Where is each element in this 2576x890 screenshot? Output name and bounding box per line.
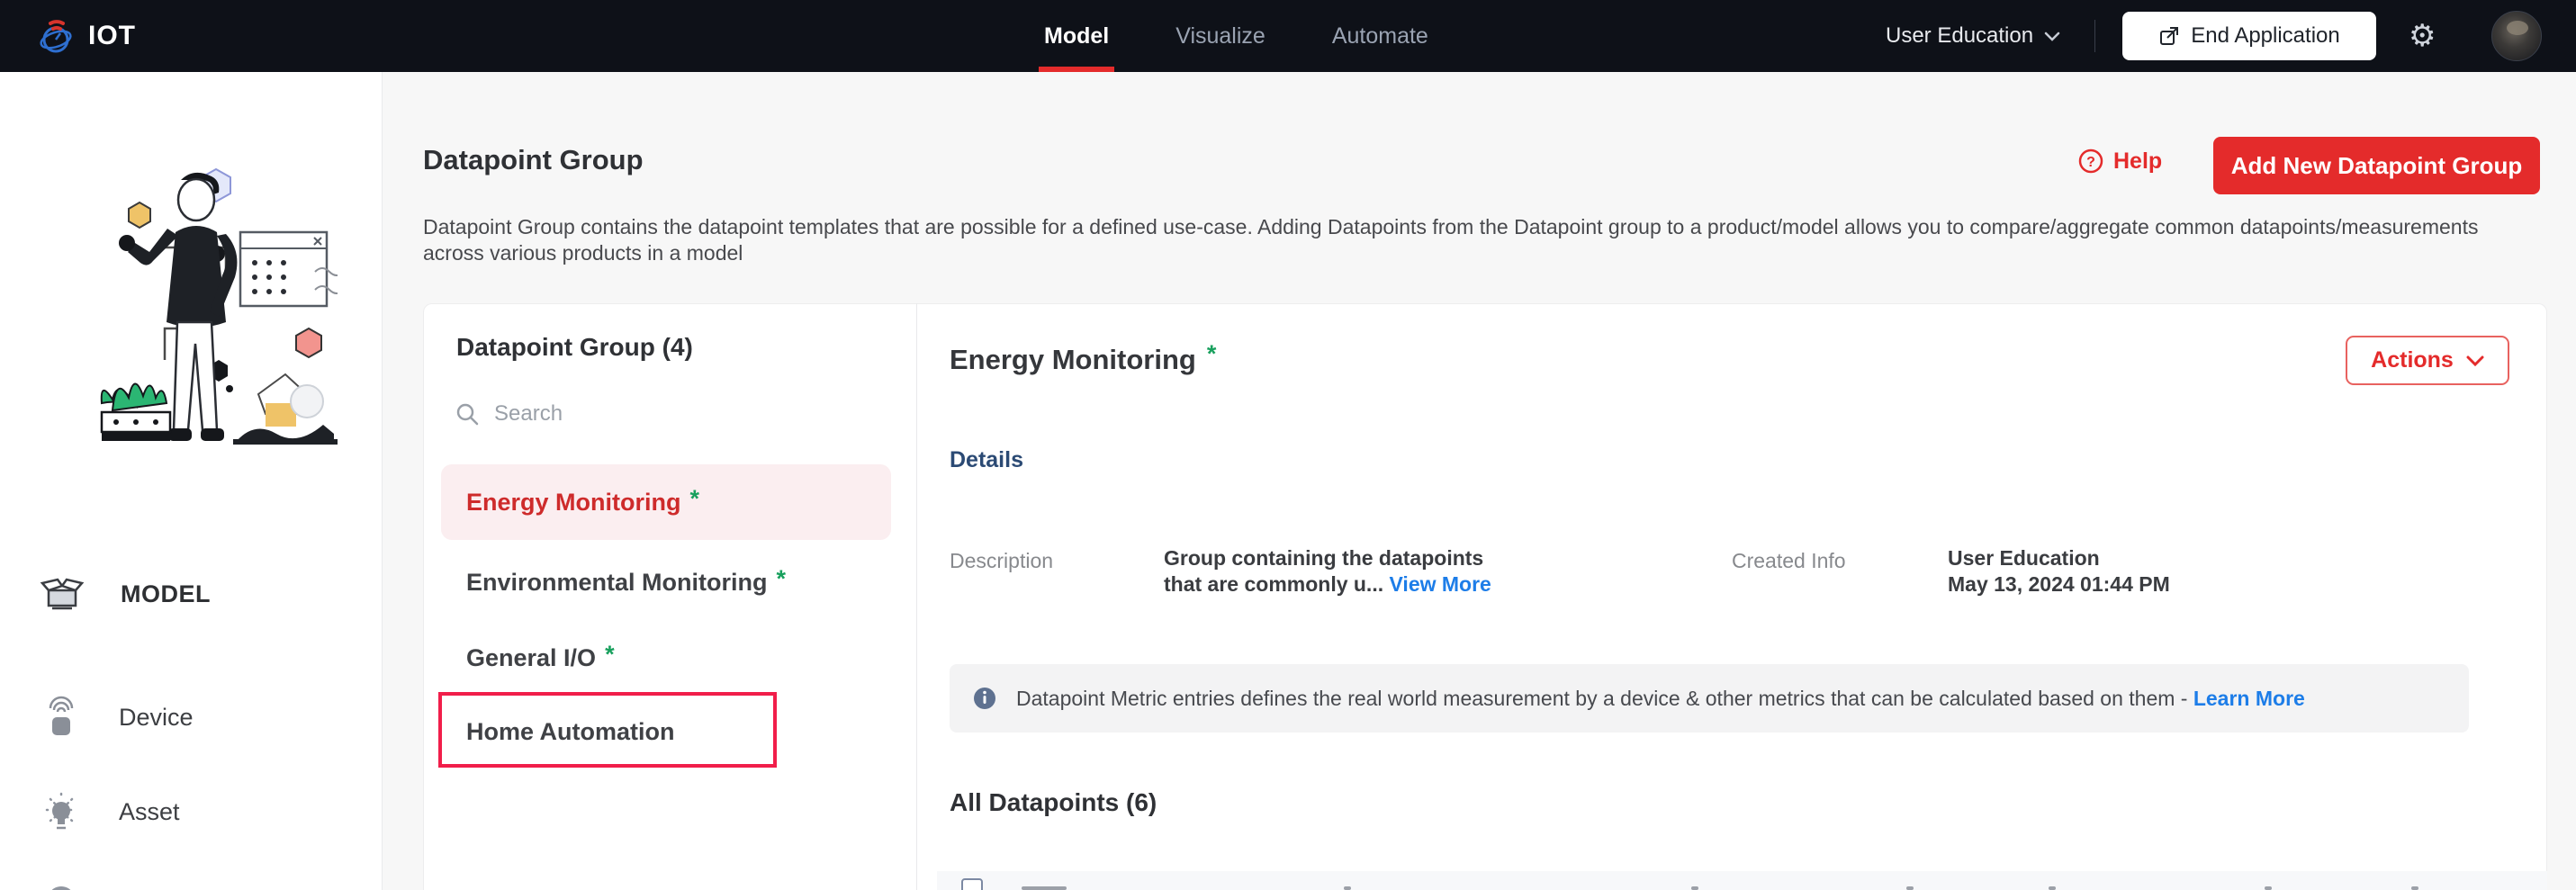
description-line2: that are commonly u...: [1164, 572, 1384, 596]
help-label: Help: [2113, 148, 2163, 174]
column-header-clipped: [1691, 886, 1698, 890]
end-application-button[interactable]: End Application: [2122, 12, 2376, 60]
details-section-heading: Details: [950, 447, 1023, 472]
gear-icon: ⚙: [2409, 19, 2436, 53]
group-item-label: Environmental Monitoring: [466, 568, 768, 596]
select-all-checkbox[interactable]: [961, 878, 983, 890]
actions-label: Actions: [2371, 347, 2454, 373]
svg-text:?: ?: [2086, 155, 2095, 170]
info-banner-text: Datapoint Metric entries defines the rea…: [1016, 687, 2305, 711]
app-logo[interactable]: IOT: [36, 0, 136, 72]
column-header-clipped: [1906, 886, 1914, 890]
required-asterisk: *: [689, 484, 700, 512]
tab-automate[interactable]: Automate: [1332, 0, 1428, 72]
required-asterisk: *: [776, 564, 787, 592]
sidebar-item-model-label: MODEL: [121, 580, 211, 607]
all-datapoints-title: All Datapoints (6): [950, 788, 1157, 816]
add-new-datapoint-group-button[interactable]: Add New Datapoint Group: [2213, 137, 2540, 194]
sidebar-item-asset[interactable]: Asset: [0, 783, 383, 841]
location-pin-icon: [40, 883, 83, 890]
iot-globe-logo-icon: [36, 16, 76, 56]
sidebar-item-location[interactable]: Location: [0, 876, 383, 890]
view-more-link[interactable]: View More: [1390, 572, 1491, 596]
detail-title-row: Energy Monitoring *: [950, 340, 1216, 376]
logo-text: IOT: [88, 21, 136, 50]
chevron-down-icon: [2466, 355, 2484, 366]
column-header-clipped: [2265, 886, 2272, 890]
help-link[interactable]: ? Help: [2077, 148, 2162, 175]
page-title: Datapoint Group: [423, 144, 644, 175]
column-header-clipped: [1344, 886, 1351, 890]
sidebar-item-model[interactable]: MODEL: [0, 565, 383, 623]
lightbulb-icon: [40, 790, 83, 833]
main-nav: Model Visualize Automate: [1038, 0, 1428, 72]
help-question-icon: ?: [2077, 148, 2104, 175]
info-banner: Datapoint Metric entries defines the rea…: [950, 664, 2469, 733]
group-item-label: Energy Monitoring: [466, 488, 681, 516]
topbar-divider: [2094, 20, 2095, 52]
group-item-environmental-monitoring[interactable]: Environmental Monitoring *: [441, 556, 891, 608]
group-item-energy-monitoring[interactable]: Energy Monitoring *: [441, 464, 891, 540]
group-item-label: Home Automation: [466, 717, 675, 745]
description-line1: Group containing the datapoints: [1164, 546, 1484, 570]
actions-button[interactable]: Actions: [2346, 336, 2509, 385]
end-application-label: End Application: [2191, 23, 2340, 48]
required-asterisk: *: [1206, 340, 1217, 367]
datapoints-table-header-partial: [937, 871, 2547, 890]
org-selector[interactable]: User Education: [1886, 0, 2060, 72]
group-list-title: Datapoint Group (4): [456, 333, 693, 361]
group-item-label: General I/O: [466, 643, 597, 671]
column-header-clipped: [2049, 886, 2056, 890]
created-info-value: User Education May 13, 2024 01:44 PM: [1948, 545, 2170, 598]
box-icon: [40, 576, 85, 612]
sidebar-item-asset-label: Asset: [119, 797, 180, 825]
description-label: Description: [950, 549, 1054, 572]
tab-model[interactable]: Model: [1038, 0, 1115, 72]
created-by: User Education: [1948, 546, 2100, 570]
info-banner-body: Datapoint Metric entries defines the rea…: [1016, 686, 2188, 710]
sidebar-item-device[interactable]: Device: [0, 688, 383, 746]
column-header-clipped: [1022, 886, 1067, 890]
created-info-label: Created Info: [1732, 549, 1846, 572]
detail-title: Energy Monitoring: [950, 344, 1196, 375]
search-icon: [455, 401, 480, 427]
description-value: Group containing the datapoints that are…: [1164, 545, 1560, 598]
add-new-datapoint-group-label: Add New Datapoint Group: [2230, 151, 2523, 179]
learn-more-link[interactable]: Learn More: [2193, 687, 2305, 710]
page-description: Datapoint Group contains the datapoint t…: [423, 215, 2479, 265]
org-selector-label: User Education: [1886, 23, 2034, 48]
info-icon: [973, 687, 996, 710]
sidebar-item-device-label: Device: [119, 703, 194, 731]
search-input[interactable]: [494, 401, 818, 427]
group-item-general-io[interactable]: General I/O *: [441, 632, 891, 684]
user-avatar[interactable]: [2491, 11, 2542, 61]
required-asterisk: *: [605, 640, 615, 668]
group-search[interactable]: [455, 396, 851, 432]
settings-button[interactable]: ⚙: [2409, 0, 2436, 72]
group-item-home-automation[interactable]: Home Automation: [441, 706, 891, 758]
created-at: May 13, 2024 01:44 PM: [1948, 572, 2170, 596]
external-link-icon: [2158, 25, 2180, 47]
device-icon: [40, 696, 83, 739]
chevron-down-icon: [2044, 31, 2060, 41]
column-header-clipped: [2411, 886, 2418, 890]
panel-divider: [916, 303, 917, 890]
sidebar-illustration: [50, 153, 338, 486]
topbar: IOT Model Visualize Automate User Educat…: [0, 0, 2576, 72]
tab-visualize[interactable]: Visualize: [1175, 0, 1265, 72]
sidebar: MODEL Device Asset: [0, 72, 383, 890]
